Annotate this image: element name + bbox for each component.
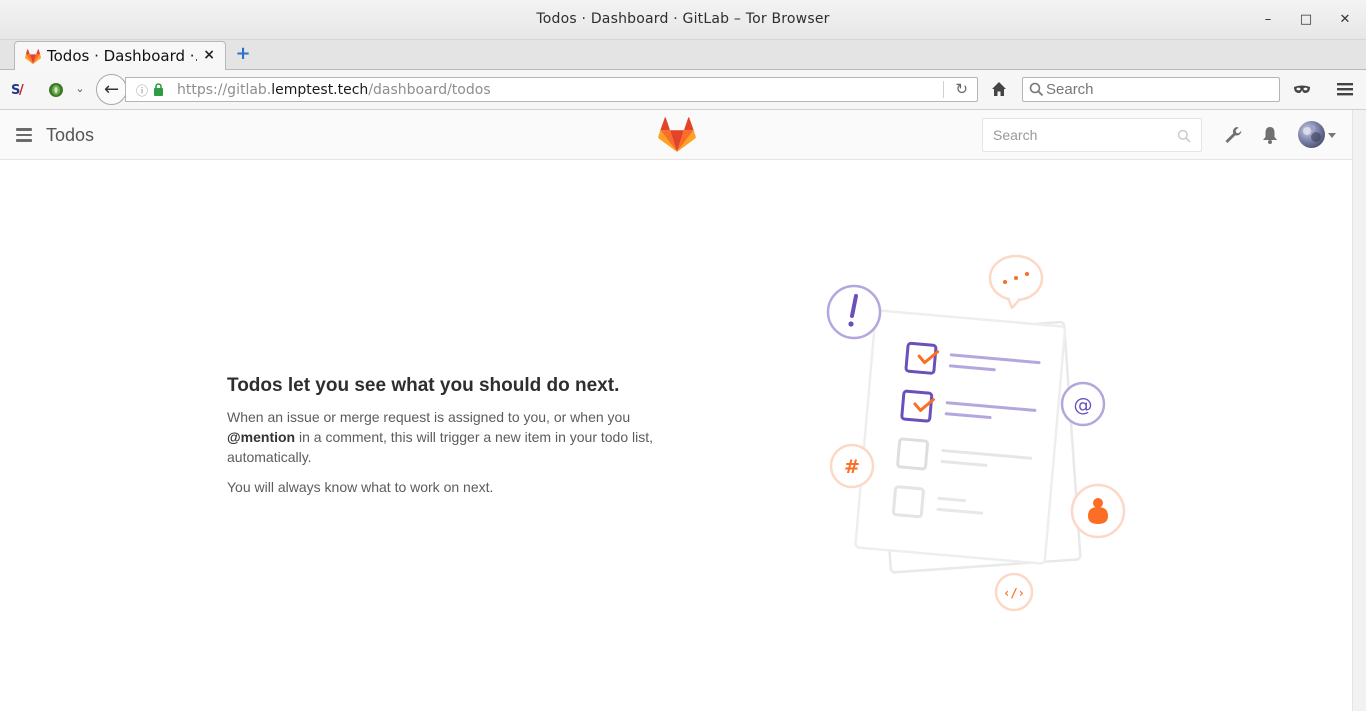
lock-icon[interactable] [153,83,164,96]
gitlab-favicon-icon [25,49,41,65]
url-path: /dashboard/todos [368,82,491,98]
reload-icon[interactable]: ↻ [955,80,968,98]
user-avatar[interactable] [1298,121,1325,148]
close-window-icon[interactable]: ✕ [1335,10,1355,30]
url-prefix: https://gitlab. [177,82,272,98]
back-button[interactable]: ← [96,74,127,105]
menu-icon[interactable] [1335,79,1355,99]
gitlab-search-field[interactable] [982,118,1202,152]
svg-text:/: / [19,83,24,98]
url-text[interactable]: https://gitlab.lemptest.tech/dashboard/t… [177,82,491,98]
window-title: Todos · Dashboard · GitLab – Tor Browser [536,11,830,27]
private-mask-icon[interactable] [1292,79,1312,99]
new-tab-icon[interactable]: + [234,45,252,63]
empty-state-footer: You will always know what to work on nex… [227,479,494,495]
user-circle-icon [1070,483,1126,539]
hashtag-circle-icon: # [829,443,875,489]
navigation-toolbar: S / ⌄ ← ⓘ https://gitlab.lemptest.tech/da… [0,70,1366,110]
sidebar-toggle-icon[interactable] [16,128,32,142]
url-bar[interactable]: ⓘ https://gitlab.lemptest.tech/dashboard… [125,77,978,102]
empty-state-text-1: When an issue or merge request is assign… [227,409,631,425]
maximize-icon[interactable]: □ [1296,10,1316,30]
tab-close-icon[interactable]: × [203,47,215,63]
window-titlebar: Todos · Dashboard · GitLab – Tor Browser… [0,0,1366,40]
browser-search-bar[interactable] [1022,77,1280,102]
svg-text:‹/›: ‹/› [1003,586,1025,600]
tab-title: Todos · Dashboard ·… [47,47,197,65]
gitlab-logo-icon[interactable] [658,117,696,153]
tab-todos[interactable]: Todos · Dashboard ·… × [14,41,226,71]
empty-state-heading: Todos let you see what you should do nex… [227,375,620,396]
gitlab-header: Todos [0,110,1352,160]
admin-wrench-icon[interactable] [1223,125,1243,145]
minimize-icon[interactable]: – [1258,10,1278,30]
user-menu-caret-icon[interactable] [1328,133,1336,138]
search-icon [1177,129,1191,143]
info-icon[interactable]: ⓘ [136,82,148,99]
tor-onion-icon[interactable] [46,79,66,99]
tor-security-icon[interactable]: S / [10,79,30,99]
url-host: lemptest.tech [271,82,369,98]
chevron-down-icon[interactable]: ⌄ [70,79,90,99]
url-separator [943,81,944,98]
home-icon[interactable] [989,79,1009,99]
browser-search-input[interactable] [1046,80,1271,99]
tab-strip: Todos · Dashboard ·… × + [0,40,1366,71]
code-circle-icon: ‹/› [994,572,1034,612]
speech-bubble-icon [988,254,1044,310]
at-mention-circle-icon: @ [1060,381,1106,427]
todos-empty-state: Todos let you see what you should do nex… [227,375,667,507]
empty-state-description: When an issue or merge request is assign… [227,407,667,467]
todos-empty-illustration: @ # ‹/› [826,254,1126,612]
exclamation-circle-icon [826,284,882,340]
mention-text: @mention [227,429,296,445]
svg-text:@: @ [1074,394,1093,416]
search-icon [1029,82,1044,97]
front-paper [854,309,1067,565]
page-title: Todos [46,125,95,145]
notifications-bell-icon[interactable] [1260,125,1280,145]
gitlab-search-input[interactable] [993,127,1173,143]
page-scrollbar[interactable] [1352,110,1366,711]
svg-text:#: # [844,456,860,478]
